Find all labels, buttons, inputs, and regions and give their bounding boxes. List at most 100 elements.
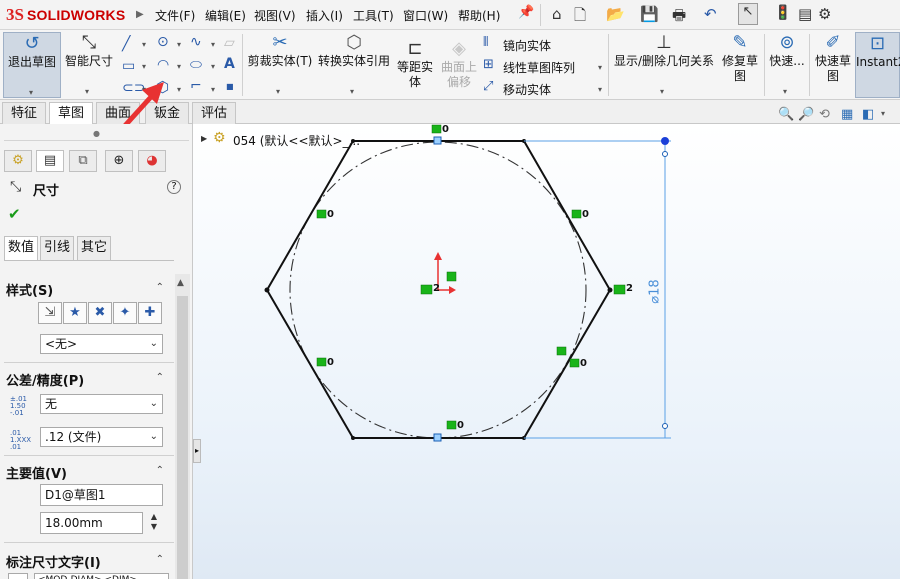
precision-select[interactable]: .12 (文件) ⌄: [40, 427, 163, 447]
menu-tools[interactable]: 工具(T): [353, 7, 394, 24]
move-entities-icon[interactable]: ⤢: [483, 79, 493, 94]
instant2d-button[interactable]: ⊡ Instant2: [855, 32, 900, 98]
subtab-other[interactable]: 其它: [77, 236, 112, 260]
spin-stepper-icon[interactable]: ▲ ▼: [148, 512, 160, 532]
scroll-up-icon[interactable]: ▲: [177, 278, 184, 288]
collapse-chevron-icon[interactable]: ⌃: [156, 465, 164, 476]
apply-default-style-icon[interactable]: ⇲: [38, 302, 62, 324]
menu-view[interactable]: 视图(V): [254, 7, 296, 24]
collapse-chevron-icon[interactable]: ⌃: [156, 554, 164, 565]
tolerance-type-select[interactable]: 无 ⌄: [40, 394, 163, 414]
mirror-entities-label[interactable]: 镜向实体: [503, 37, 551, 54]
dimension-text-field[interactable]: <MOD-DIAM> <DIM>: [34, 573, 169, 579]
dropdown-arrow-icon[interactable]: ▾: [142, 40, 146, 49]
diameter-dimension-text[interactable]: ⌀18: [648, 279, 663, 303]
undo-icon[interactable]: ↶: [704, 5, 717, 23]
panel-scrollbar[interactable]: ▲: [175, 274, 190, 579]
load-style-icon[interactable]: ✚: [138, 302, 162, 324]
tab-evaluate[interactable]: 评估: [192, 102, 237, 124]
property-manager-tab-icon[interactable]: ▤: [36, 150, 64, 172]
options-gear-icon[interactable]: ⚙: [818, 5, 831, 23]
tab-features[interactable]: 特征: [2, 102, 47, 124]
polygon-icon[interactable]: ⬡: [156, 78, 169, 96]
scrollbar-thumb[interactable]: [177, 296, 188, 579]
dropdown-arrow-icon[interactable]: ▾: [142, 62, 146, 71]
text-position-icon[interactable]: [8, 573, 28, 579]
dropdown-arrow-icon[interactable]: ▾: [598, 63, 602, 72]
dropdown-arrow-icon[interactable]: ▾: [211, 85, 215, 94]
linear-pattern-label[interactable]: 线性草图阵列: [503, 59, 575, 76]
rectangle-icon[interactable]: ▭: [122, 58, 135, 74]
display-manager-tab-icon[interactable]: ◕: [138, 150, 166, 172]
dropdown-arrow-icon[interactable]: ▾: [177, 85, 181, 94]
point-icon[interactable]: ■: [226, 82, 234, 91]
dropdown-arrow-icon[interactable]: ▾: [881, 109, 885, 118]
menu-help[interactable]: 帮助(H): [458, 7, 500, 24]
file-properties-icon[interactable]: ▤: [798, 5, 812, 23]
panel-grip-dot[interactable]: ●: [93, 129, 100, 138]
move-entities-label[interactable]: 移动实体: [503, 81, 551, 98]
menu-file[interactable]: 文件(F): [155, 7, 195, 24]
print-icon[interactable]: 🖶: [672, 5, 686, 30]
smart-dimension-button[interactable]: ⤡ 智能尺寸 ▾: [63, 32, 115, 98]
panel-collapse-handle[interactable]: ▸: [193, 439, 201, 463]
dropdown-arrow-icon[interactable]: ▾: [85, 84, 89, 99]
style-select[interactable]: <无> ⌄: [40, 334, 163, 354]
menu-insert[interactable]: 插入(I): [306, 7, 343, 24]
tab-sheet-metal[interactable]: 钣金: [145, 102, 190, 124]
mirror-icon[interactable]: ⫴: [483, 35, 488, 50]
dropdown-arrow-icon[interactable]: ▾: [142, 85, 146, 94]
line-icon[interactable]: ╱: [122, 36, 130, 52]
dropdown-arrow-icon[interactable]: ▾: [598, 85, 602, 94]
feature-manager-tab-icon[interactable]: ⚙: [4, 150, 32, 172]
configuration-manager-tab-icon[interactable]: ⧉: [69, 150, 97, 172]
arc-icon[interactable]: ◠: [157, 57, 169, 73]
ellipse-icon[interactable]: ⬭: [190, 57, 202, 73]
dimension-name-field[interactable]: D1@草图1: [40, 484, 163, 506]
rebuild-traffic-light-icon[interactable]: 🚦: [774, 5, 791, 21]
subtab-leaders[interactable]: 引线: [40, 236, 75, 260]
dropdown-arrow-icon[interactable]: ▾: [276, 84, 280, 99]
add-style-icon[interactable]: ★: [63, 302, 87, 324]
dropdown-arrow-icon[interactable]: ▾: [350, 84, 354, 99]
dropdown-arrow-icon[interactable]: ▾: [29, 85, 33, 100]
previous-view-icon[interactable]: ⟲: [819, 107, 830, 122]
dropdown-arrow-icon[interactable]: ▾: [211, 40, 215, 49]
tab-sketch[interactable]: 草图: [49, 102, 94, 124]
dropdown-arrow-icon[interactable]: ▾: [211, 62, 215, 71]
dropdown-arrow-icon[interactable]: ▾: [783, 84, 787, 99]
ok-checkmark-icon[interactable]: ✔: [8, 205, 21, 223]
rapid-sketch-button[interactable]: ✐ 快速草 图: [812, 32, 854, 98]
convert-entities-button[interactable]: ⬡ 转换实体引用 ▾: [315, 32, 393, 98]
sketch-canvas[interactable]: [193, 124, 900, 579]
graphics-area[interactable]: 🔍 🔎 ⟲ ▦ ◧ ▾ ▶ ⚙ 054 (默认<<默认>_... 0 0 0 0…: [193, 107, 900, 579]
spline-icon[interactable]: ∿: [190, 34, 202, 50]
subtab-value[interactable]: 数值: [4, 236, 39, 260]
circle-icon[interactable]: ⊙: [157, 34, 169, 50]
dimension-value-field[interactable]: 18.00mm: [40, 512, 143, 534]
view-orientation-icon[interactable]: ◧: [862, 107, 874, 122]
surface-icon[interactable]: ▱: [224, 35, 235, 51]
offset-on-surface-button[interactable]: ◈ 曲面上 偏移: [438, 38, 480, 104]
dropdown-arrow-icon[interactable]: ▾: [177, 40, 181, 49]
zoom-to-fit-icon[interactable]: 🔍: [778, 107, 794, 122]
zoom-to-area-icon[interactable]: 🔎: [798, 107, 814, 122]
delete-style-icon[interactable]: ✖: [88, 302, 112, 324]
collapse-chevron-icon[interactable]: ⌃: [156, 282, 164, 293]
quick-snaps-button[interactable]: ⊚ 快速... ▾: [767, 32, 807, 98]
save-style-icon[interactable]: ✦: [113, 302, 137, 324]
linear-pattern-icon[interactable]: ⊞: [483, 57, 494, 72]
home-icon[interactable]: ⌂: [552, 5, 562, 23]
collapse-chevron-icon[interactable]: ⌃: [156, 372, 164, 383]
open-folder-icon[interactable]: 📂: [606, 5, 625, 23]
repair-sketch-button[interactable]: ✎ 修复草 图: [718, 32, 762, 98]
section-view-icon[interactable]: ▦: [841, 107, 853, 122]
select-pointer-icon[interactable]: ↖: [738, 3, 758, 25]
dropdown-arrow-icon[interactable]: ▾: [660, 84, 664, 99]
trim-entities-button[interactable]: ✂ 剪裁实体(T) ▾: [247, 32, 313, 98]
menu-expand-icon[interactable]: ▶: [136, 9, 144, 20]
exit-sketch-button[interactable]: ↺ 退出草图 ▾: [3, 32, 61, 98]
save-icon[interactable]: 💾: [640, 5, 659, 23]
fillet-icon[interactable]: ⌐: [190, 78, 202, 94]
help-icon[interactable]: ?: [167, 180, 181, 194]
